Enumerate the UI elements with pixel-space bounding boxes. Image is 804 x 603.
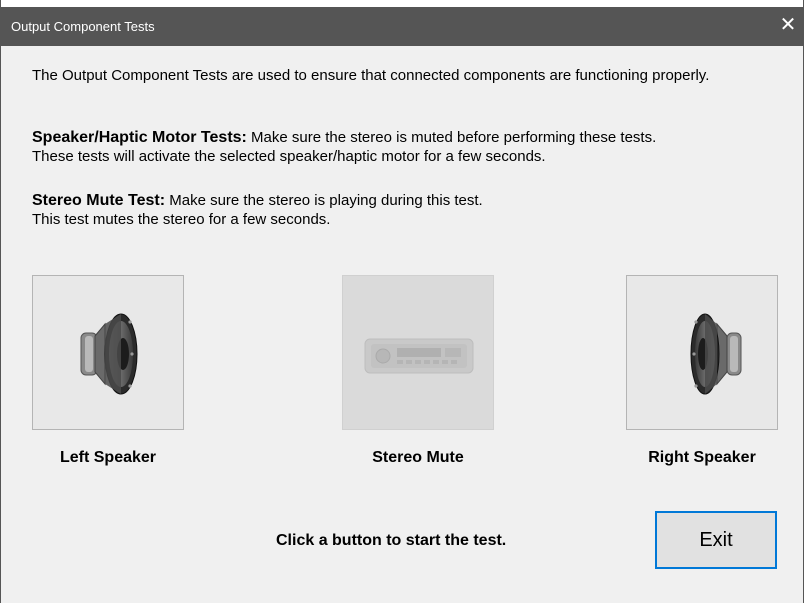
mute-test-text: Make sure the stereo is playing during t… <box>165 192 483 209</box>
car-stereo-icon <box>364 338 474 374</box>
left-speaker-button[interactable] <box>32 275 184 430</box>
dialog-window: Output Component Tests ✕ The Output Comp… <box>0 0 804 603</box>
stereo-mute-label: Stereo Mute <box>372 449 464 466</box>
title-bar-inner: Output Component Tests ✕ <box>1 7 803 46</box>
mute-test-heading: Stereo Mute Test: <box>32 192 166 209</box>
intro-text: The Output Component Tests are used to e… <box>32 67 710 84</box>
mute-test-text-2: This test mutes the stereo for a few sec… <box>32 211 331 228</box>
close-button[interactable]: ✕ <box>773 7 803 46</box>
speaker-test-description: Speaker/Haptic Motor Tests: Make sure th… <box>32 128 792 166</box>
instruction-hint: Click a button to start the test. <box>276 532 507 549</box>
speaker-icon <box>80 313 138 395</box>
dialog-content: The Output Component Tests are used to e… <box>1 46 803 603</box>
left-speaker-label: Left Speaker <box>59 449 157 466</box>
speaker-test-heading: Speaker/Haptic Motor Tests: <box>32 129 247 146</box>
speaker-test-text: Make sure the stereo is muted before per… <box>246 129 657 146</box>
speaker-icon <box>690 313 742 395</box>
stereo-mute-button[interactable] <box>342 275 494 430</box>
window-title: Output Component Tests <box>11 19 155 34</box>
speaker-test-text-2: These tests will activate the selected s… <box>32 148 546 165</box>
right-speaker-button[interactable] <box>626 275 778 430</box>
mute-test-description: Stereo Mute Test: Make sure the stereo i… <box>32 191 792 229</box>
right-speaker-label: Right Speaker <box>648 449 756 466</box>
title-bar: Output Component Tests ✕ <box>1 0 803 46</box>
exit-button[interactable]: Exit <box>655 511 777 569</box>
